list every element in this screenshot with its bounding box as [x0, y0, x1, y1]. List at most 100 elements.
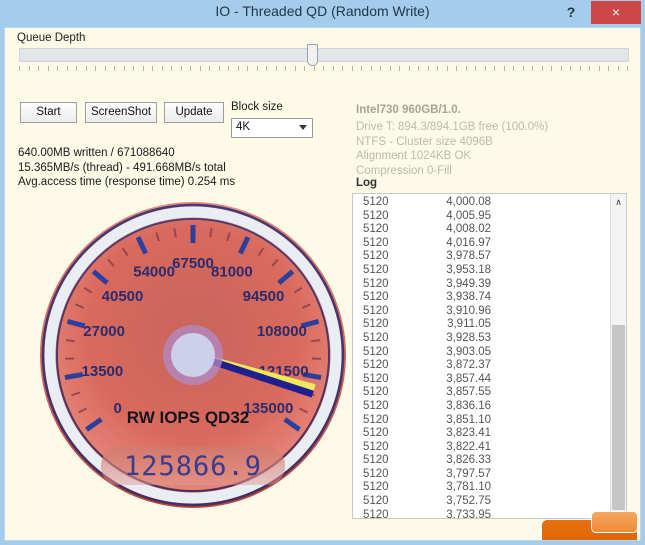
slider-tick	[133, 66, 134, 71]
gauge-graphic: 0 13500 27000 40500 540006750081000 94500 1080…	[40, 202, 346, 508]
log-size: 5120	[363, 386, 389, 399]
queue-depth-slider-thumb[interactable]	[307, 44, 318, 66]
slider-tick	[104, 66, 106, 71]
log-row[interactable]: 5120 3,851.10	[353, 414, 608, 428]
log-size: 5120	[363, 508, 389, 519]
log-size: 5120	[363, 196, 389, 208]
log-row[interactable]: 5120 4,008.02	[353, 223, 608, 237]
log-row[interactable]: 5120 4,016.97	[353, 237, 608, 251]
queue-depth-slider-track[interactable]	[19, 48, 629, 62]
log-scrollbar[interactable]: ∧	[610, 194, 626, 518]
log-value: 3,872.37	[446, 359, 491, 372]
slider-tick	[294, 66, 296, 71]
log-value: 3,938.74	[446, 291, 491, 304]
log-size: 5120	[363, 250, 389, 263]
log-label: Log	[356, 177, 378, 189]
log-row[interactable]: 5120 4,005.95	[353, 210, 608, 224]
log-size: 5120	[363, 413, 389, 426]
slider-tick	[95, 66, 96, 71]
slider-tick	[199, 66, 201, 71]
gauge-tick-label: 81000	[211, 264, 253, 281]
vendor-logo-watermark	[541, 511, 638, 540]
slider-tick	[180, 66, 182, 71]
log-size: 5120	[363, 481, 389, 494]
slider-tick	[541, 66, 543, 71]
gauge-tick-label: 13500	[82, 363, 124, 380]
log-row[interactable]: 5120 4,000.08	[353, 196, 608, 210]
gauge-minor-tick	[209, 228, 213, 238]
gauge-tick-label: 54000	[133, 264, 175, 281]
log-list[interactable]: 5120 4,000.08 5120 4,005.95 5120 4,008.02 5120…	[352, 193, 627, 519]
slider-tick	[598, 66, 600, 71]
log-value: 3,903.05	[446, 345, 491, 358]
slider-tick	[427, 66, 429, 71]
log-row[interactable]: 5120 3,781.10	[353, 481, 608, 495]
help-button[interactable]: ?	[560, 1, 582, 23]
log-row[interactable]: 5120 3,911.05	[353, 318, 608, 332]
log-row[interactable]: 5120 3,910.96	[353, 305, 608, 319]
log-row[interactable]: 5120 3,928.53	[353, 332, 608, 346]
log-size: 5120	[363, 399, 389, 412]
slider-tick	[418, 66, 419, 71]
log-row[interactable]: 5120 3,823.41	[353, 427, 608, 441]
slider-tick	[266, 66, 267, 71]
slider-tick	[532, 66, 533, 71]
log-value: 3,836.16	[446, 399, 491, 412]
log-value: 3,733.95	[446, 508, 491, 519]
log-row[interactable]: 5120 3,857.55	[353, 386, 608, 400]
iops-gauge: 0 13500 27000 40500 54000 67500 81000 94500 1080…	[38, 200, 348, 510]
close-button[interactable]: ×	[591, 1, 641, 24]
slider-tick	[551, 66, 552, 71]
queue-depth-slider-ticks	[19, 66, 629, 74]
log-row[interactable]: 5120 3,752.75	[353, 495, 608, 509]
log-row[interactable]: 5120 3,822.41	[353, 441, 608, 455]
slider-tick	[351, 66, 353, 71]
slider-tick	[437, 66, 438, 71]
slider-tick	[389, 66, 391, 71]
log-row[interactable]: 5120 3,857.44	[353, 373, 608, 387]
scrollbar-thumb[interactable]	[612, 325, 625, 510]
slider-tick	[123, 66, 125, 71]
log-value: 3,781.10	[446, 481, 491, 494]
slider-tick	[456, 66, 457, 71]
log-size: 5120	[363, 440, 389, 453]
slider-tick	[503, 66, 505, 71]
slider-tick	[570, 66, 571, 71]
slider-tick	[209, 66, 210, 71]
log-row[interactable]: 5120 3,797.57	[353, 468, 608, 482]
slider-tick	[285, 66, 286, 71]
slider-tick	[38, 66, 39, 71]
slider-tick	[57, 66, 58, 71]
slider-tick	[484, 66, 486, 71]
start-button[interactable]: Start	[20, 102, 77, 123]
gauge-readout: 125866.9	[124, 451, 262, 482]
log-row[interactable]: 5120 3,978.57	[353, 250, 608, 264]
log-row[interactable]: 5120 3,953.18	[353, 264, 608, 278]
log-row[interactable]: 5120 3,836.16	[353, 400, 608, 414]
log-row[interactable]: 5120 3,938.74	[353, 291, 608, 305]
log-row[interactable]: 5120 3,903.05	[353, 346, 608, 360]
log-size: 5120	[363, 372, 389, 385]
slider-tick	[142, 66, 144, 71]
slider-tick	[475, 66, 476, 71]
log-value: 3,953.18	[446, 263, 491, 276]
screenshot-button[interactable]: ScreenShot	[85, 102, 157, 123]
log-row[interactable]: 5120 3,872.37	[353, 359, 608, 373]
slider-tick	[275, 66, 277, 71]
log-row[interactable]: 5120 3,949.39	[353, 278, 608, 292]
gauge-tick-label: 67500	[172, 255, 214, 272]
gauge-caption: RW IOPS QD32	[127, 408, 250, 427]
scroll-up-icon[interactable]: ∧	[611, 194, 626, 210]
slider-tick	[494, 66, 495, 71]
log-row[interactable]: 5120 3,826.33	[353, 454, 608, 468]
slider-tick	[589, 66, 590, 71]
block-size-select[interactable]: 4K	[231, 118, 313, 138]
slider-tick	[465, 66, 467, 71]
log-size: 5120	[363, 277, 389, 290]
log-size: 5120	[363, 495, 389, 508]
update-button[interactable]: Update	[164, 102, 224, 123]
slider-tick	[304, 66, 305, 71]
slider-tick	[579, 66, 581, 71]
slider-tick	[399, 66, 400, 71]
log-size: 5120	[363, 209, 389, 222]
